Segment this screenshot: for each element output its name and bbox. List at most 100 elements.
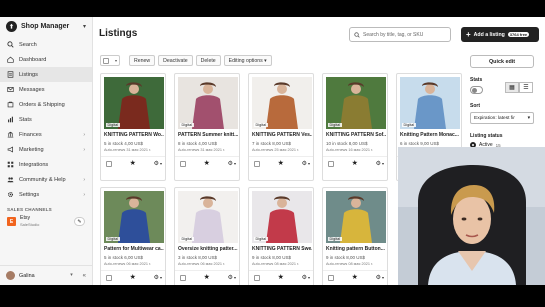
listing-renewal: Auto-renews 25 мая 2021 г. <box>252 148 299 152</box>
listing-card[interactable]: Digital PATTERN Summer knitt... 8 in stock… <box>174 73 240 181</box>
listing-photo[interactable]: Digital <box>252 191 312 243</box>
listing-checkbox[interactable] <box>328 160 334 167</box>
list-view-icon[interactable]: ☰ <box>519 82 533 93</box>
sidebar-item-community[interactable]: Community & Help › <box>0 172 92 187</box>
sidebar-item-finances[interactable]: Finances › <box>0 127 92 142</box>
star-icon[interactable]: ★ <box>352 274 358 281</box>
deactivate-button[interactable]: Deactivate <box>158 55 193 66</box>
star-icon[interactable]: ★ <box>204 160 210 167</box>
listing-actions: ★ ⚙▾ <box>249 270 313 284</box>
gear-icon[interactable]: ⚙▾ <box>302 274 310 281</box>
renew-button[interactable]: Renew <box>129 55 156 66</box>
gear-icon[interactable]: ⚙▾ <box>154 160 162 167</box>
star-icon[interactable]: ★ <box>204 274 210 281</box>
sidebar-item-listings[interactable]: Listings <box>0 67 92 82</box>
star-icon[interactable]: ★ <box>130 274 136 281</box>
collapse-sidebar-icon[interactable]: « <box>83 273 86 279</box>
sort-select[interactable]: Expiration: latest fir ▾ <box>470 112 534 124</box>
listing-renewal: Auto-renews 08 мая 2021 г. <box>326 262 373 266</box>
editing-options-dropdown[interactable]: Editing options ▾ <box>223 55 272 66</box>
sales-channel-etsy[interactable]: E Etsy SaleStudio ✎ <box>0 214 92 229</box>
sidebar-item-stats[interactable]: Stats <box>0 112 92 127</box>
star-icon[interactable]: ★ <box>278 274 284 281</box>
listing-title[interactable]: PATTERN Summer knitt... <box>178 132 238 138</box>
digital-tag: Digital <box>106 237 120 241</box>
digital-tag: Digital <box>254 123 268 127</box>
listing-photo[interactable]: Digital <box>326 77 386 129</box>
listing-checkbox[interactable] <box>328 274 334 281</box>
sidebar-item-search[interactable]: Search <box>0 37 92 52</box>
stats-toggle[interactable] <box>470 86 483 94</box>
user-menu[interactable]: Galina ▾ « <box>0 265 92 285</box>
sidebar-item-marketing[interactable]: Marketing › <box>0 142 92 157</box>
listing-card[interactable]: Digital KNITTING PATTERN Ves... 7 in stock… <box>248 73 314 181</box>
sidebar-item-label: Stats <box>19 116 32 123</box>
listing-card[interactable]: Digital KNITTING PATTERN Swe... 9 in stock… <box>248 187 314 285</box>
listing-actions: ★ ⚙▾ <box>323 270 387 284</box>
listing-actions: ★ ⚙▾ <box>101 270 165 284</box>
listing-checkbox[interactable] <box>106 274 112 281</box>
gear-icon[interactable]: ⚙▾ <box>376 160 384 167</box>
listing-card[interactable]: Digital Oversize knitting patter... 3 in s… <box>174 187 240 285</box>
mail-icon <box>7 86 14 93</box>
sidebar-item-label: Orders & Shipping <box>19 101 65 108</box>
select-all-dropdown[interactable]: ▾ <box>100 55 120 66</box>
sidebar-item-settings[interactable]: Settings › <box>0 187 92 202</box>
listing-checkbox[interactable] <box>180 274 186 281</box>
shop-manager-header[interactable]: Shop Manager ▾ <box>0 17 92 35</box>
select-all-checkbox[interactable] <box>103 57 109 64</box>
listing-title[interactable]: KNITTING PATTERN Swe... <box>252 246 312 252</box>
gear-icon[interactable]: ⚙▾ <box>228 274 236 281</box>
listing-title[interactable]: Knitting Pattern Monac... <box>400 132 460 138</box>
listing-title[interactable]: KNITTING PATTERN Sof... <box>326 132 386 138</box>
quick-edit-button[interactable]: Quick edit <box>470 55 534 68</box>
listing-title[interactable]: Knitting pattern Button... <box>326 246 386 252</box>
listing-photo[interactable]: Digital <box>178 77 238 129</box>
listing-photo[interactable]: Digital <box>326 191 386 243</box>
gear-icon[interactable]: ⚙▾ <box>376 274 384 281</box>
listing-title[interactable]: KNITTING PATTERN Wo... <box>104 132 164 138</box>
chevron-down-icon[interactable]: ▾ <box>83 23 86 30</box>
star-icon[interactable]: ★ <box>352 160 358 167</box>
listing-title[interactable]: KNITTING PATTERN Ves... <box>252 132 312 138</box>
sidebar-item-integrations[interactable]: Integrations <box>0 157 92 172</box>
star-icon[interactable]: ★ <box>278 160 284 167</box>
people-icon <box>7 176 14 183</box>
gear-icon[interactable]: ⚙▾ <box>154 274 162 281</box>
listing-checkbox[interactable] <box>254 274 260 281</box>
listing-card[interactable]: Digital Knitting pattern Button... 9 in st… <box>322 187 388 285</box>
megaphone-icon <box>7 146 14 153</box>
gear-icon[interactable]: ⚙▾ <box>228 160 236 167</box>
sidebar-item-label: Dashboard <box>19 56 47 63</box>
gear-icon <box>7 191 14 198</box>
listing-photo[interactable]: Digital <box>400 77 460 129</box>
listing-title[interactable]: Oversize knitting patter... <box>178 246 238 252</box>
listing-photo[interactable]: Digital <box>104 191 164 243</box>
listing-card[interactable]: Digital KNITTING PATTERN Wo... 5 in stock … <box>100 73 166 181</box>
grid-view-icon[interactable]: ▦ <box>505 82 519 93</box>
listing-title[interactable]: Pattern for Multiwear ca... <box>104 246 164 252</box>
chevron-right-icon: › <box>83 176 85 183</box>
sidebar-item-messages[interactable]: Messages <box>0 82 92 97</box>
star-icon[interactable]: ★ <box>130 160 136 167</box>
search-input[interactable]: Search by title, tag, or SKU <box>349 27 451 42</box>
listing-photo[interactable]: Digital <box>178 191 238 243</box>
listing-actions: ★ ⚙▾ <box>175 270 239 284</box>
listing-photo[interactable]: Digital <box>252 77 312 129</box>
listing-renewal: Auto-renews 31 мая 2021 г. <box>178 148 225 152</box>
add-listing-button[interactable]: + Add a listing 3764 free <box>461 27 539 42</box>
listing-card[interactable]: Digital KNITTING PATTERN Sof... 10 in stoc… <box>322 73 388 181</box>
delete-button[interactable]: Delete <box>195 55 221 66</box>
listing-stock-price: 5 in stock 6,00 US$ <box>104 255 144 260</box>
listing-checkbox[interactable] <box>254 160 260 167</box>
sidebar-item-dashboard[interactable]: Dashboard <box>0 52 92 67</box>
gear-icon[interactable]: ⚙▾ <box>302 160 310 167</box>
listing-checkbox[interactable] <box>180 160 186 167</box>
sidebar-item-orders[interactable]: Orders & Shipping <box>0 97 92 112</box>
listing-checkbox[interactable] <box>106 160 112 167</box>
digital-tag: Digital <box>328 123 342 127</box>
listing-photo[interactable]: Digital <box>104 77 164 129</box>
listing-card[interactable]: Digital Pattern for Multiwear ca... 5 in s… <box>100 187 166 285</box>
edit-channel-button[interactable]: ✎ <box>74 217 85 226</box>
sidebar: Shop Manager ▾ Search Dashboard Listings… <box>0 17 93 285</box>
